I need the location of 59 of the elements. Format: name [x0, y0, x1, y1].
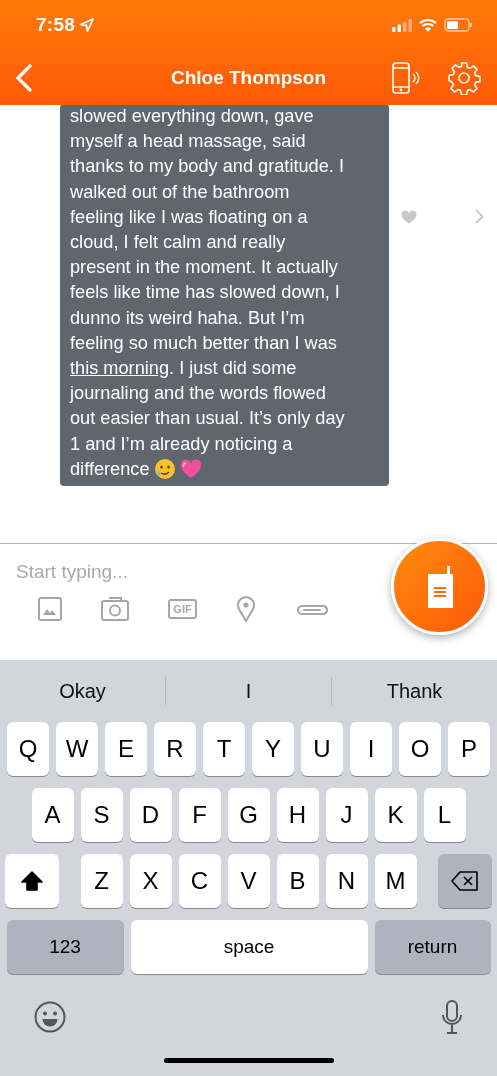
space-key[interactable]: space: [130, 920, 368, 974]
key[interactable]: T: [203, 722, 245, 776]
location-arrow-icon: [80, 18, 95, 32]
key[interactable]: N: [325, 854, 368, 908]
key[interactable]: R: [154, 722, 196, 776]
delete-icon: [451, 871, 479, 891]
backspace-key[interactable]: [438, 854, 492, 908]
key[interactable]: E: [105, 722, 147, 776]
word-suggestion[interactable]: Thank: [332, 679, 497, 703]
microphone-icon[interactable]: [441, 1000, 463, 1034]
chevron-right-icon[interactable]: [475, 209, 484, 224]
shift-arrow-icon: [21, 871, 43, 891]
key[interactable]: V: [227, 854, 270, 908]
phone-icon[interactable]: [391, 60, 421, 95]
key[interactable]: B: [276, 854, 319, 908]
key[interactable]: A: [31, 788, 74, 842]
image-icon[interactable]: [38, 597, 62, 621]
key[interactable]: P: [448, 722, 490, 776]
return-key[interactable]: return: [374, 920, 491, 974]
key[interactable]: I: [350, 722, 392, 776]
numbers-key[interactable]: 123: [6, 920, 124, 974]
key[interactable]: S: [80, 788, 123, 842]
heart-icon: [179, 457, 202, 480]
contact-name: Chloe Thompson: [170, 66, 327, 88]
key[interactable]: O: [399, 722, 441, 776]
message-text: slowed everything down, gave myself a head massage, said thanks to my body and gratitude. I walked out of the bathroom feeling like I was floating on a cloud, I felt calm and really present in the moment. It actually feels like time has slowed down, I dunno its weird haha. But I’m feeling so much better than I was this morning. I just did some journaling and the words flowed out easier than usual. It’s only day 1 and I’m already noticing a difference: [70, 105, 346, 482]
emoji-icon[interactable]: [34, 1001, 66, 1033]
back-button[interactable]: [14, 63, 34, 92]
key[interactable]: Y: [252, 722, 294, 776]
battery-icon: [444, 18, 473, 32]
key[interactable]: Z: [80, 854, 123, 908]
key[interactable]: K: [374, 788, 417, 842]
key[interactable]: U: [301, 722, 343, 776]
key[interactable]: D: [129, 788, 172, 842]
key[interactable]: F: [178, 788, 221, 842]
key[interactable]: W: [56, 722, 98, 776]
key[interactable]: C: [178, 854, 221, 908]
walkie-talkie-icon: [426, 565, 453, 608]
key[interactable]: M: [374, 854, 417, 908]
word-suggestion[interactable]: I: [166, 679, 331, 703]
settings-icon[interactable]: [447, 60, 481, 95]
key[interactable]: X: [129, 854, 172, 908]
key[interactable]: G: [227, 788, 270, 842]
walkie-talkie-button[interactable]: [391, 538, 488, 635]
wifi-icon: [419, 18, 437, 32]
status-time: 7:58: [36, 14, 76, 36]
message-input[interactable]: Start typing...: [16, 556, 356, 588]
key[interactable]: H: [276, 788, 319, 842]
shift-key[interactable]: [5, 854, 59, 908]
signal-icon: [392, 18, 412, 32]
key[interactable]: L: [423, 788, 466, 842]
location-pin-icon[interactable]: [236, 596, 256, 622]
key[interactable]: Q: [7, 722, 49, 776]
key[interactable]: J: [325, 788, 368, 842]
word-suggestion[interactable]: Okay: [0, 679, 165, 703]
camera-icon[interactable]: [101, 597, 129, 621]
date-link[interactable]: this morning: [70, 358, 170, 378]
like-button[interactable]: [401, 209, 417, 224]
smiling-face-with-tear-icon: [153, 457, 176, 480]
